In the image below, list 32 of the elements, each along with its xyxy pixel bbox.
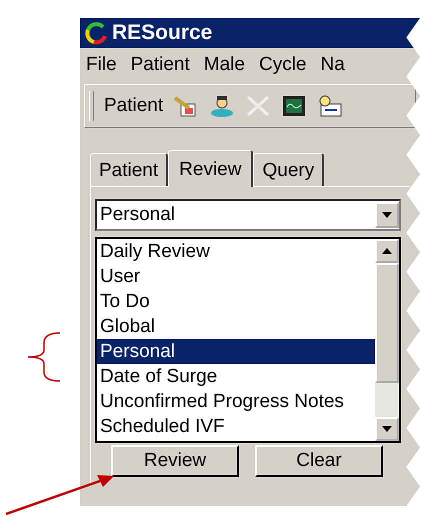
toolbar-label: Patient bbox=[104, 95, 164, 117]
scroll-down-button[interactable] bbox=[375, 417, 399, 441]
action-button[interactable]: Clear bbox=[255, 445, 383, 477]
logo-icon bbox=[84, 21, 108, 45]
menu-item[interactable]: Cycle bbox=[258, 54, 306, 76]
list-option[interactable]: To Do bbox=[97, 289, 375, 314]
list-option[interactable]: Daily Review bbox=[97, 239, 375, 264]
scroll-up-button[interactable] bbox=[375, 239, 399, 263]
tab[interactable]: Query bbox=[253, 153, 324, 186]
up-caret-icon bbox=[382, 248, 392, 254]
menu-item[interactable]: Na bbox=[320, 54, 345, 76]
caret-icon bbox=[382, 212, 392, 218]
menu-item[interactable]: Male bbox=[204, 54, 245, 76]
list-option[interactable]: Scheduled IVF bbox=[97, 414, 375, 439]
menu-item[interactable]: File bbox=[86, 54, 117, 76]
caret-icon bbox=[382, 426, 392, 432]
list-option[interactable]: User bbox=[97, 264, 375, 289]
clock-card-icon[interactable] bbox=[317, 94, 344, 118]
list-option[interactable]: Date of Surge bbox=[97, 364, 375, 389]
tab[interactable]: Review bbox=[168, 150, 254, 187]
menu-item[interactable]: Patient bbox=[130, 54, 190, 76]
list-option[interactable]: Global bbox=[97, 314, 375, 339]
bracket-mark bbox=[27, 332, 60, 382]
dropdown-field[interactable]: Personal bbox=[95, 199, 401, 231]
scroll-thumb[interactable] bbox=[375, 263, 399, 383]
action-button[interactable]: Review bbox=[111, 445, 239, 477]
monitor-icon[interactable] bbox=[281, 94, 308, 118]
list-option[interactable]: Personal bbox=[97, 339, 375, 364]
list-option[interactable]: Unconfirmed Progress Notes bbox=[97, 389, 375, 414]
person-icon[interactable] bbox=[209, 94, 236, 118]
tab[interactable]: Patient bbox=[90, 153, 168, 186]
window-title: RESource bbox=[112, 21, 212, 45]
